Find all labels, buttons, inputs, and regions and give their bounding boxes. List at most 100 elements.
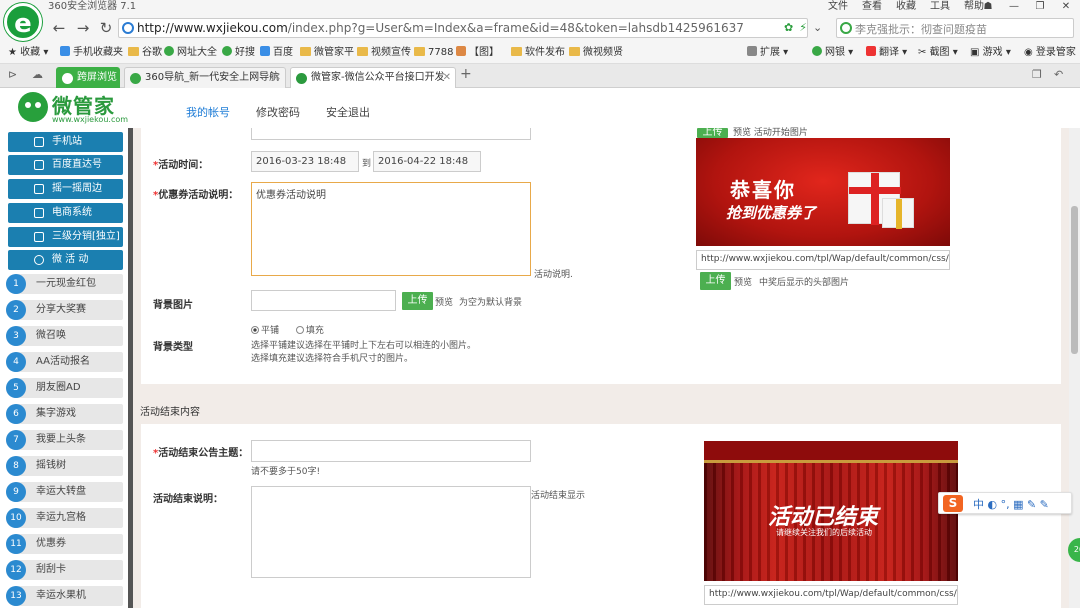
forward-icon[interactable]: →	[74, 19, 92, 37]
cart-icon	[34, 208, 44, 218]
bg-image-input[interactable]	[251, 290, 396, 311]
nav-change-password[interactable]: 修改密码	[256, 104, 300, 120]
banner1-subtitle: 抢到优惠券了	[726, 204, 817, 222]
skype-icon	[34, 255, 44, 265]
sidebar-item[interactable]: 10 幸运九宫格	[6, 508, 123, 528]
start-date-input[interactable]: 2016-03-23 18:48	[251, 151, 359, 172]
page-scrollbar[interactable]	[1069, 128, 1080, 608]
sidebar-item[interactable]: 9 幸运大转盘	[6, 482, 123, 502]
tab-360-nav[interactable]: 360导航_新一代安全上网导航 ✕	[124, 67, 286, 88]
top-upload-button[interactable]: 上传	[697, 128, 728, 138]
sidebar-item[interactable]: 5 朋友圈AD	[6, 378, 123, 398]
chat-icon	[34, 232, 44, 242]
tool-bank[interactable]: 网银 ▾	[812, 46, 853, 60]
coupon-desc-textarea[interactable]: 优惠券活动说明	[251, 182, 531, 276]
sidebar-item[interactable]: 3 微召唤	[6, 326, 123, 346]
bookmark-7788[interactable]: 7788	[414, 46, 453, 60]
close-window-button[interactable]: ✕	[1058, 0, 1074, 14]
bookmark-weiguanjia[interactable]: 微管家平	[300, 46, 354, 60]
restore-tabs-icon[interactable]: ❐	[1032, 68, 1042, 81]
bookmark-software[interactable]: 软件发布	[511, 46, 565, 60]
sidebar-item[interactable]: 2 分享大奖赛	[6, 300, 123, 320]
sidebar-section-baidu[interactable]: 百度直达号	[8, 155, 123, 175]
end-desc-textarea[interactable]	[251, 486, 531, 578]
tab-weiguanjia[interactable]: 微管家-微信公众平台接口开发 ✕	[290, 67, 456, 88]
end-date-input[interactable]: 2016-04-22 18:48	[373, 151, 481, 172]
previous-textarea[interactable]	[251, 128, 531, 140]
sidebar-section-distribution[interactable]: 三级分销[独立]	[8, 227, 123, 247]
sidebar-section-ecommerce[interactable]: 电商系统	[8, 203, 123, 223]
sidebar-item-label: 朋友圈AD	[36, 382, 81, 393]
tool-screenshot[interactable]: ✂ 截图 ▾	[918, 46, 958, 60]
search-input[interactable]: 李克强批示：彻查问题疫苗	[836, 18, 1074, 38]
bg-type-label: 背景类型	[153, 342, 193, 353]
minimize-button[interactable]: —	[1006, 0, 1022, 14]
sidebar-item[interactable]: 7 我要上头条	[6, 430, 123, 450]
tool-extensions[interactable]: 扩展 ▾	[747, 46, 788, 60]
item-number-badge: 2	[6, 300, 26, 320]
tool-translate[interactable]: 翻译 ▾	[866, 46, 907, 60]
bookmark-baidu[interactable]: 百度	[260, 46, 293, 60]
ended-banner-image: 活动已结束 请继续关注我们的后续活动	[704, 441, 958, 581]
rocket-icon	[34, 160, 44, 170]
browser-logo-icon[interactable]: e	[4, 3, 42, 41]
tool-games[interactable]: ▣ 游戏 ▾	[970, 46, 1011, 60]
new-tab-button[interactable]: +	[460, 66, 472, 82]
banner2-url-input[interactable]: http://www.wxjiekou.com/tpl/Wap/default/…	[704, 585, 958, 605]
security-icon[interactable]: ✿	[784, 18, 793, 38]
menu-file[interactable]: 文件	[828, 0, 848, 14]
sidebar-toggle-icon[interactable]: ⊳	[8, 68, 17, 81]
bg-hint: 为空为默认背景	[459, 298, 523, 308]
sidebar-section-shake[interactable]: 摇一摇周边	[8, 179, 123, 199]
bookmark-mobile[interactable]: 手机收藏夹	[60, 46, 123, 60]
bookmark-video[interactable]: 视频宣传	[357, 46, 411, 60]
sidebar-item[interactable]: 4 AA活动报名	[6, 352, 123, 372]
bookmark-hao[interactable]: 网址大全	[164, 46, 217, 60]
scrollbar-thumb[interactable]	[1071, 206, 1078, 354]
sidebar-item[interactable]: 11 优惠券	[6, 534, 123, 554]
sidebar-item[interactable]: 12 刮刮卡	[6, 560, 123, 580]
menu-view[interactable]: 查看	[862, 0, 882, 14]
sidebar-section-activity[interactable]: 微 活 动	[8, 250, 123, 270]
menu-favorites[interactable]: 收藏	[896, 0, 916, 14]
bg-preview-link[interactable]: 预览	[435, 295, 453, 308]
cloud-icon[interactable]: ☁	[32, 68, 43, 81]
undo-icon[interactable]: ↶	[1054, 68, 1063, 81]
url-input[interactable]: http://www.wxjiekou.com/index.php?g=User…	[118, 18, 808, 38]
bookmark-image[interactable]: 【图】	[456, 46, 499, 60]
winner-preview-link[interactable]: 预览	[734, 275, 752, 288]
maximize-button[interactable]: ❐	[1032, 0, 1048, 14]
site-logo[interactable]: 微管家 www.wxjiekou.com	[18, 90, 133, 126]
skin-icon[interactable]: ☗	[980, 0, 996, 14]
coupon-banner-image: 恭喜你 抢到优惠券了	[696, 138, 950, 246]
winner-upload-button[interactable]: 上传	[700, 272, 731, 290]
ime-toolbar[interactable]: S 中 ◐ °, ▦ ✎ ✎	[938, 492, 1072, 514]
back-icon[interactable]: ←	[50, 19, 68, 37]
bg-upload-button[interactable]: 上传	[402, 292, 433, 310]
sidebar-section-mobile-site[interactable]: 手机站	[8, 132, 123, 152]
top-preview-link[interactable]: 预览 活动开始图片	[733, 125, 808, 138]
item-number-badge: 1	[6, 274, 26, 294]
menu-tools[interactable]: 工具	[930, 0, 950, 14]
dropdown-icon[interactable]: ⌄	[813, 18, 822, 38]
bookmark-haosou[interactable]: 好搜	[222, 46, 255, 60]
banner1-url-input[interactable]: http://www.wxjiekou.com/tpl/Wap/default/…	[696, 250, 950, 270]
sidebar-item[interactable]: 6 集字游戏	[6, 404, 123, 424]
sidebar-item[interactable]: 8 摇钱树	[6, 456, 123, 476]
sidebar-item[interactable]: 13 幸运水果机	[6, 586, 123, 606]
radio-tile[interactable]: 平铺	[251, 326, 279, 336]
radio-fill[interactable]: 填充	[295, 326, 324, 336]
nav-logout[interactable]: 安全退出	[326, 104, 370, 120]
tool-login[interactable]: ◉ 登录管家	[1024, 46, 1076, 60]
reload-icon[interactable]: ↻	[97, 19, 115, 37]
refresh-small-icon[interactable]: ⚡	[799, 18, 807, 38]
tab-cross-screen[interactable]: 跨屏浏览	[56, 67, 120, 88]
close-tab-icon[interactable]: ✕	[273, 68, 281, 88]
bookmark-google[interactable]: 谷歌	[128, 46, 162, 60]
close-tab-icon[interactable]: ✕	[443, 68, 451, 88]
bookmark-favorites[interactable]: ★ 收藏 ▾	[8, 46, 48, 60]
end-title-input[interactable]	[251, 440, 531, 462]
bookmark-microvideo[interactable]: 微视频贤	[569, 46, 623, 60]
sidebar-item[interactable]: 1 一元现金红包	[6, 274, 123, 294]
nav-my-account[interactable]: 我的帐号	[186, 104, 230, 120]
